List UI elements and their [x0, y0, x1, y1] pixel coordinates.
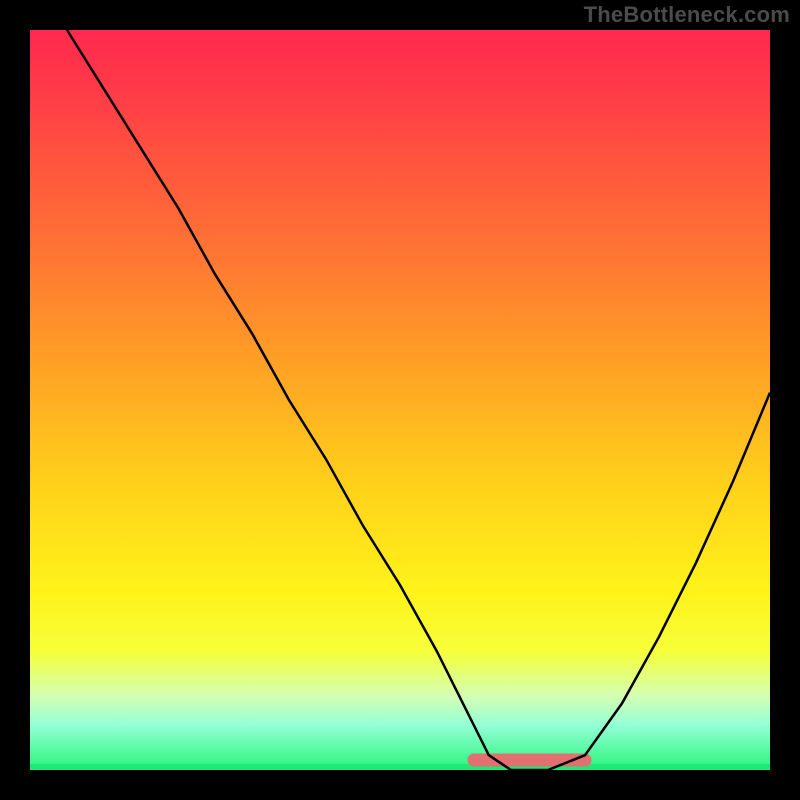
- plot-area: [30, 30, 770, 770]
- watermark-text: TheBottleneck.com: [584, 2, 790, 28]
- plot-svg: [30, 30, 770, 770]
- bottleneck-curve: [67, 30, 770, 770]
- chart-frame: TheBottleneck.com: [0, 0, 800, 800]
